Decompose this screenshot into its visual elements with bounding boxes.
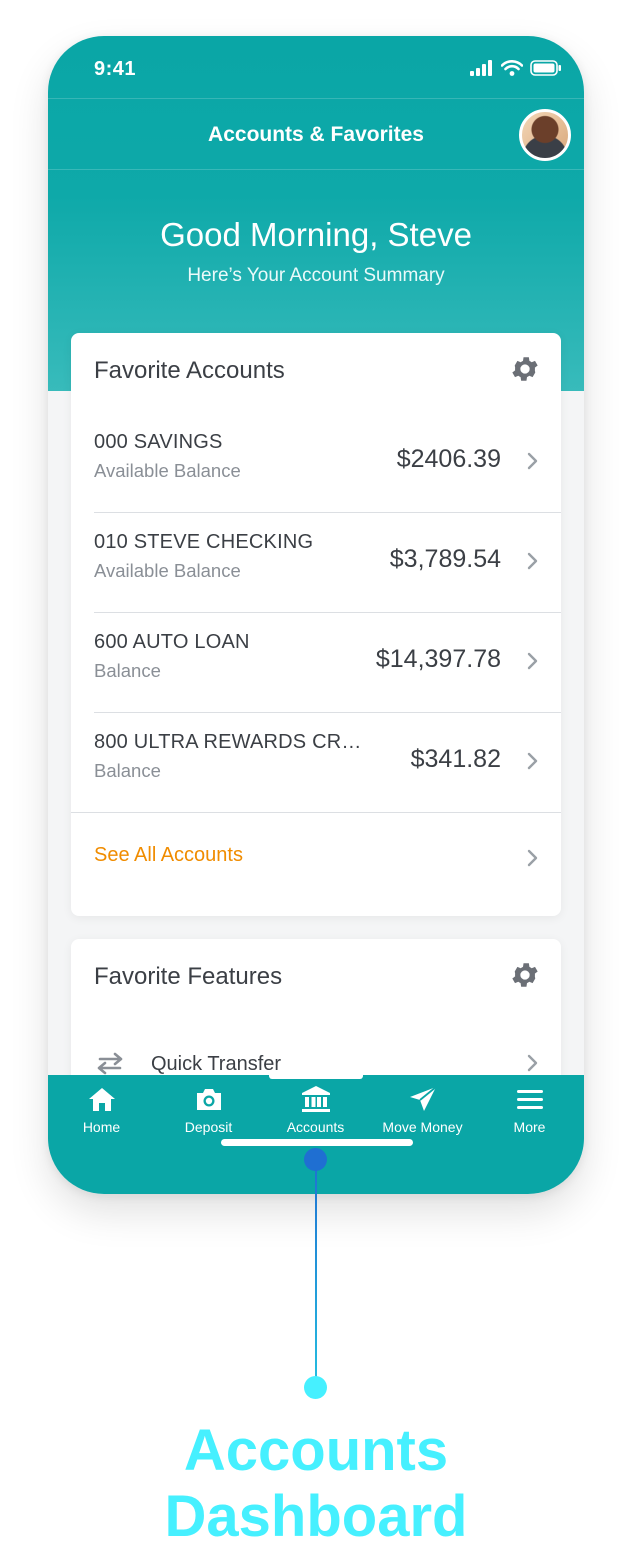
account-balance-label: Available Balance: [94, 560, 241, 581]
chevron-right-icon: [527, 1054, 538, 1072]
callout-title: Accounts Dashboard: [0, 1418, 632, 1550]
callout-anchor-dot: [304, 1148, 327, 1171]
account-balance-label: Balance: [94, 660, 161, 681]
chevron-right-icon: [527, 652, 538, 670]
account-balance: $2406.39: [396, 445, 501, 473]
greeting-subtitle: Here’s Your Account Summary: [187, 265, 445, 286]
tab-label: Deposit: [184, 1119, 233, 1135]
favorite-accounts-card: Favorite Accounts 000 SAVINGS Available …: [71, 333, 561, 916]
tab-label: Home: [82, 1119, 121, 1135]
account-name: 600 AUTO LOAN: [94, 631, 250, 653]
callout-line: [315, 1158, 317, 1388]
status-bar: 9:41: [48, 36, 584, 98]
signal-icon: [470, 60, 492, 76]
account-row-savings[interactable]: 000 SAVINGS Available Balance $2406.39: [94, 413, 561, 513]
account-row-auto-loan[interactable]: 600 AUTO LOAN Balance $14,397.78: [94, 613, 561, 713]
phone-frame: 9:41 Accounts & Favorites Good Morning, …: [48, 36, 584, 1194]
favorite-accounts-title: Favorite Accounts: [94, 357, 285, 384]
greeting-title: Good Morning, Steve: [160, 216, 472, 253]
account-balance: $3,789.54: [389, 545, 501, 573]
paper-plane-icon: [409, 1086, 437, 1111]
account-balance: $14,397.78: [375, 645, 501, 673]
status-icons: [470, 60, 562, 76]
home-indicator[interactable]: [221, 1139, 413, 1146]
account-row-credit-card[interactable]: 800 ULTRA REWARDS CR… Balance $341.82: [71, 713, 561, 813]
account-balance: $341.82: [410, 745, 501, 773]
see-all-accounts-label: See All Accounts: [94, 844, 243, 866]
tab-more[interactable]: More: [476, 1085, 583, 1155]
account-balance-label: Available Balance: [94, 460, 241, 481]
chevron-right-icon: [527, 552, 538, 570]
avatar[interactable]: [519, 109, 571, 161]
gear-icon[interactable]: [509, 959, 541, 991]
transfer-arrows-icon: [97, 1052, 123, 1075]
favorite-features-title: Favorite Features: [94, 963, 283, 990]
feature-label: Quick Transfer: [151, 1053, 282, 1075]
tab-label: Move Money: [382, 1119, 463, 1135]
home-icon: [88, 1088, 115, 1111]
see-all-accounts-link[interactable]: See All Accounts: [71, 816, 561, 896]
tab-label: Accounts: [286, 1119, 345, 1135]
tab-label: More: [513, 1119, 546, 1135]
account-name: 010 STEVE CHECKING: [94, 531, 314, 553]
gear-icon[interactable]: [509, 353, 541, 385]
selected-tab-indicator: [269, 1075, 363, 1079]
chevron-right-icon: [527, 452, 538, 470]
callout-line-1: Accounts: [183, 1418, 449, 1483]
menu-icon: [516, 1090, 543, 1109]
tab-home[interactable]: Home: [48, 1085, 155, 1155]
page-title: Accounts & Favorites: [208, 123, 424, 146]
battery-icon: [530, 60, 561, 76]
nav-bar: Accounts & Favorites: [48, 98, 584, 170]
account-row-checking[interactable]: 010 STEVE CHECKING Available Balance $3,…: [94, 513, 561, 613]
callout-line-2: Dashboard: [164, 1484, 468, 1549]
account-balance-label: Balance: [94, 760, 161, 781]
wifi-icon: [501, 60, 523, 76]
callout-end-dot: [304, 1376, 327, 1399]
chevron-right-icon: [527, 752, 538, 770]
bank-icon: [301, 1086, 330, 1112]
account-name: 800 ULTRA REWARDS CR…: [94, 731, 362, 753]
status-time: 9:41: [94, 58, 137, 80]
camera-icon: [196, 1089, 221, 1110]
chevron-right-icon: [527, 849, 538, 867]
account-name: 000 SAVINGS: [94, 431, 223, 453]
